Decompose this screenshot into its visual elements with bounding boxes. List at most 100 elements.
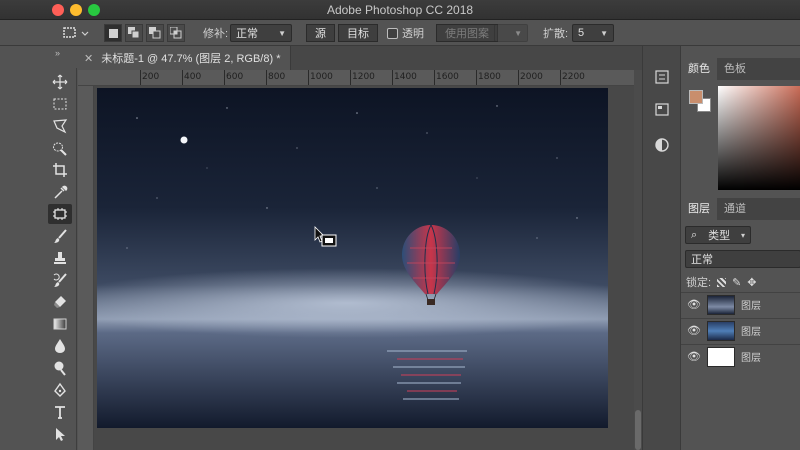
scrollbar-thumb[interactable] bbox=[635, 410, 641, 450]
spread-value: 5 bbox=[578, 27, 585, 39]
clone-stamp-tool[interactable] bbox=[48, 248, 72, 268]
eye-visibility-icon[interactable]: 👁 bbox=[681, 324, 707, 337]
layer-thumbnail bbox=[707, 294, 735, 315]
quick-select-icon bbox=[53, 142, 67, 156]
move-icon bbox=[52, 74, 68, 90]
tools-panel bbox=[44, 68, 77, 450]
ruler-tick bbox=[392, 70, 393, 85]
chevron-down-icon: ▼ bbox=[514, 28, 522, 38]
brush-tool[interactable] bbox=[48, 226, 72, 246]
panels-column: 颜色 色板 图层 通道 ⌕ 类型 ▾ 正常 锁定: ✎ ✥ 👁 图层 👁 图层 … bbox=[680, 46, 800, 450]
lock-transparent-icon[interactable] bbox=[717, 277, 727, 287]
layer-filter-kind-select[interactable]: ⌕ 类型 ▾ bbox=[685, 226, 751, 244]
add-selection-icon bbox=[128, 27, 140, 39]
crop-tool[interactable] bbox=[48, 160, 72, 180]
type-icon bbox=[55, 406, 65, 419]
stamp-icon bbox=[54, 252, 66, 264]
ruler-tick bbox=[434, 70, 435, 85]
ruler-label: 1000 bbox=[310, 72, 333, 82]
tool-preset-picker[interactable] bbox=[60, 24, 92, 42]
history-icon bbox=[655, 70, 669, 84]
chevron-down-icon: ▼ bbox=[278, 28, 286, 38]
adjustments-panel-button[interactable] bbox=[653, 136, 671, 154]
history-panel-button[interactable] bbox=[653, 68, 671, 86]
spread-label: 扩散: bbox=[543, 28, 569, 40]
foreground-color-swatch[interactable] bbox=[689, 90, 703, 104]
ruler-tick bbox=[266, 70, 267, 85]
move-tool[interactable] bbox=[48, 72, 72, 92]
color-picker-field[interactable] bbox=[718, 86, 800, 190]
document-canvas[interactable] bbox=[97, 88, 608, 428]
marquee-tool[interactable] bbox=[48, 94, 72, 114]
eraser-tool[interactable] bbox=[48, 292, 72, 312]
layer-thumbnail bbox=[707, 320, 735, 341]
layer-row[interactable]: 👁 图层 bbox=[681, 318, 800, 342]
history-brush-tool[interactable] bbox=[48, 270, 72, 290]
ruler-label: 200 bbox=[142, 72, 160, 82]
lock-position-icon[interactable]: ✥ bbox=[747, 276, 756, 289]
properties-panel-button[interactable] bbox=[653, 100, 671, 118]
lock-row: 锁定: ✎ ✥ bbox=[686, 274, 757, 290]
selection-new-button[interactable] bbox=[104, 24, 122, 42]
tab-channels[interactable]: 通道 bbox=[717, 198, 753, 220]
eye-visibility-icon[interactable]: 👁 bbox=[681, 298, 707, 311]
eye-visibility-icon[interactable]: 👁 bbox=[681, 350, 707, 363]
panel-icon-strip bbox=[642, 46, 680, 450]
canvas-vertical-scrollbar[interactable] bbox=[634, 70, 642, 450]
use-pattern-button[interactable]: 使用图案 bbox=[436, 24, 498, 42]
lasso-icon bbox=[53, 119, 68, 134]
pen-icon bbox=[54, 382, 66, 397]
document-tab-bar: ✕ 未标题-1 @ 47.7% (图层 2, RGB/8) * bbox=[78, 46, 642, 70]
selection-add-button[interactable] bbox=[125, 24, 143, 42]
tab-layers[interactable]: 图层 bbox=[681, 198, 717, 220]
intersect-selection-icon bbox=[170, 27, 182, 39]
lock-label: 锁定: bbox=[686, 277, 712, 289]
layer-name: 图层 bbox=[741, 353, 761, 364]
gradient-icon bbox=[53, 318, 67, 330]
patch-tool[interactable] bbox=[48, 204, 72, 224]
gradient-tool[interactable] bbox=[48, 314, 72, 334]
ruler-label: 1600 bbox=[436, 72, 459, 82]
ruler-tick bbox=[350, 70, 351, 85]
patch-tool-preset-icon bbox=[63, 27, 89, 38]
tab-color[interactable]: 颜色 bbox=[681, 58, 717, 80]
lock-paint-brush-icon[interactable]: ✎ bbox=[732, 276, 741, 289]
vertical-ruler bbox=[78, 86, 94, 450]
ruler-label: 1800 bbox=[478, 72, 501, 82]
eyedropper-tool[interactable] bbox=[48, 182, 72, 202]
toolbar-collapse-icon[interactable]: » bbox=[55, 48, 60, 58]
subtract-selection-icon bbox=[149, 27, 161, 39]
layer-row[interactable]: 👁 图层 bbox=[681, 344, 800, 368]
ruler-label: 2000 bbox=[520, 72, 543, 82]
target-button[interactable]: 目标 bbox=[338, 24, 378, 42]
layer-row[interactable]: 👁 图层 bbox=[681, 292, 800, 316]
selection-intersect-button[interactable] bbox=[167, 24, 185, 42]
title-bar: Adobe Photoshop CC 2018 bbox=[0, 0, 800, 20]
transparent-checkbox[interactable]: 透明 bbox=[387, 24, 424, 42]
type-tool[interactable] bbox=[48, 402, 72, 422]
pattern-picker[interactable]: ▼ bbox=[494, 24, 528, 42]
blur-drop-icon bbox=[55, 339, 65, 353]
dodge-tool[interactable] bbox=[48, 358, 72, 378]
marquee-icon bbox=[53, 98, 67, 110]
document-tab[interactable]: ✕ 未标题-1 @ 47.7% (图层 2, RGB/8) * bbox=[78, 46, 292, 70]
ruler-tick bbox=[560, 70, 561, 85]
source-button[interactable]: 源 bbox=[306, 24, 335, 42]
ruler-label: 1400 bbox=[394, 72, 417, 82]
close-tab-icon[interactable]: ✕ bbox=[84, 52, 93, 65]
tab-swatches[interactable]: 色板 bbox=[717, 58, 753, 80]
patch-mode-select[interactable]: 正常 ▼ bbox=[230, 24, 292, 42]
lasso-tool[interactable] bbox=[48, 116, 72, 136]
patch-icon bbox=[53, 208, 67, 220]
search-icon: ⌕ bbox=[691, 228, 698, 241]
ruler-tick bbox=[224, 70, 225, 85]
ruler-tick bbox=[140, 70, 141, 85]
pen-tool[interactable] bbox=[48, 380, 72, 400]
selection-subtract-button[interactable] bbox=[146, 24, 164, 42]
layer-blend-mode-select[interactable]: 正常 bbox=[685, 250, 800, 268]
quick-select-tool[interactable] bbox=[48, 138, 72, 158]
checkbox-box bbox=[387, 27, 398, 39]
blur-tool[interactable] bbox=[48, 336, 72, 356]
spread-select[interactable]: 5 ▼ bbox=[572, 24, 614, 42]
path-select-tool[interactable] bbox=[48, 424, 72, 444]
